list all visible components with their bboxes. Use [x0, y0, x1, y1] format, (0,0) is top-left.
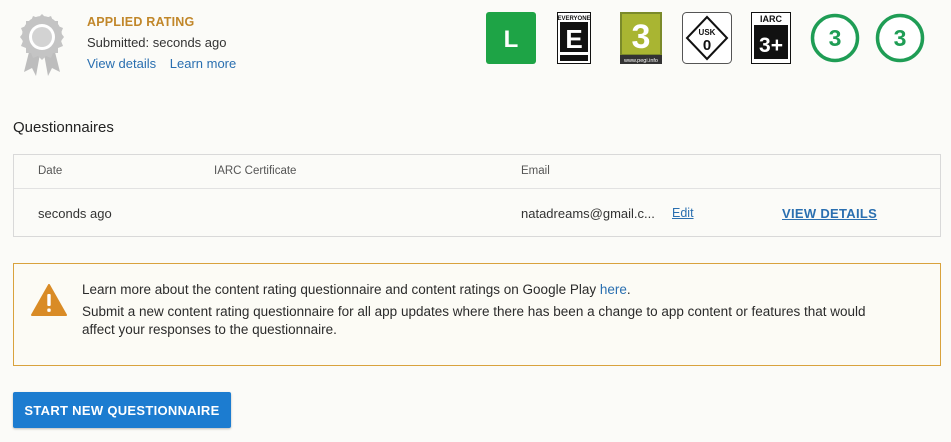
here-link[interactable]: here: [600, 282, 627, 297]
table-header: Date IARC Certificate Email: [14, 155, 940, 189]
usk-number: 0: [703, 37, 711, 54]
usk-0-badge: USK 0: [682, 12, 732, 64]
classind-l-badge: L: [486, 12, 536, 64]
usk-top-label: USK: [699, 28, 716, 37]
questionnaires-table: Date IARC Certificate Email seconds ago …: [13, 154, 941, 237]
content-rating-page: APPLIED RATING Submitted: seconds ago Vi…: [0, 0, 951, 442]
generic-3-badge-2: 3: [875, 13, 925, 63]
pegi-bottom-label: www.pegi.info: [623, 58, 658, 64]
learn-more-link[interactable]: Learn more: [170, 56, 236, 71]
classind-label: L: [504, 26, 519, 53]
pegi-number: 3: [632, 18, 651, 56]
row-date: seconds ago: [38, 206, 112, 221]
generic-3-label-2: 3: [894, 25, 907, 51]
iarc-top-label: IARC: [760, 14, 782, 24]
pegi-3-badge: 3 www.pegi.info: [620, 12, 662, 64]
notice-line-1: Learn more about the content rating ques…: [82, 282, 631, 297]
generic-3-label-1: 3: [829, 25, 842, 51]
submitted-status: Submitted: seconds ago: [87, 35, 227, 50]
notice-line-2: Submit a new content rating questionnair…: [82, 304, 866, 337]
iarc-3plus-badge: IARC 3+: [751, 12, 791, 64]
table-row: seconds ago natadreams@gmail.c... Edit V…: [14, 189, 940, 237]
esrb-everyone-badge: EVERYONE E: [557, 12, 591, 64]
content-rating-notice: Learn more about the content rating ques…: [13, 263, 941, 366]
esrb-letter: E: [565, 24, 582, 54]
row-email: natadreams@gmail.c...: [521, 206, 655, 221]
view-details-link[interactable]: View details: [87, 56, 156, 71]
applied-rating-info: APPLIED RATING Submitted: seconds ago Vi…: [87, 15, 246, 71]
warning-icon: [31, 284, 67, 316]
award-medal-icon: [20, 14, 64, 76]
column-iarc-certificate: IARC Certificate: [214, 165, 297, 177]
column-date: Date: [38, 165, 63, 177]
generic-3-badge-1: 3: [810, 13, 860, 63]
esrb-top-label: EVERYONE: [557, 16, 590, 22]
start-new-questionnaire-button[interactable]: START NEW QUESTIONNAIRE: [13, 392, 231, 428]
questionnaires-heading: Questionnaires: [13, 119, 114, 136]
iarc-number: 3+: [759, 34, 783, 57]
applied-rating-title: APPLIED RATING: [87, 15, 195, 29]
column-email: Email: [521, 165, 550, 177]
edit-link[interactable]: Edit: [672, 206, 694, 220]
view-details-button[interactable]: VIEW DETAILS: [782, 206, 877, 221]
